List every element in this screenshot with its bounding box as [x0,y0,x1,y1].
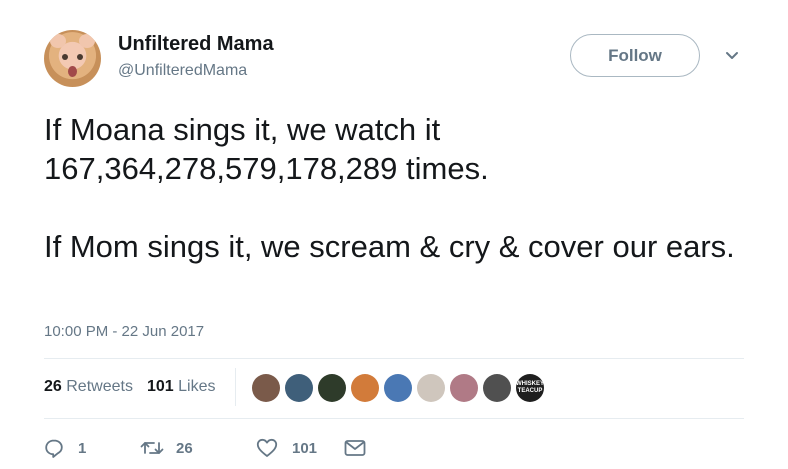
retweet-action[interactable]: 26 [140,438,256,458]
avatar-hand-left [50,34,66,48]
tweet-text: If Moana sings it, we watch it 167,364,2… [44,110,764,266]
direct-message-action[interactable] [344,439,366,457]
retweet-icon [140,442,164,454]
avatar-eye-left [62,54,68,60]
liker-avatar[interactable] [351,374,379,402]
tweet-paragraph-1: If Moana sings it, we watch it 167,364,2… [44,112,489,186]
message-icon [344,440,366,456]
retweet-count: 26 [176,439,193,457]
retweets-stat[interactable]: 26 Retweets [44,378,133,396]
reply-action[interactable]: 1 [44,438,140,458]
tweet-paragraph-2: If Mom sings it, we scream & cry & cover… [44,229,735,264]
author-name[interactable]: Unfiltered Mama [118,33,274,56]
liker-avatar[interactable] [252,374,280,402]
retweets-count: 26 [44,378,62,395]
likes-count: 101 [146,378,174,395]
divider-bottom [44,418,744,419]
liker-avatar[interactable] [318,374,346,402]
liker-avatar[interactable] [450,374,478,402]
chevron-down-icon[interactable] [724,50,740,62]
avatar-mouth [68,66,77,77]
tweet-timestamp[interactable]: 10:00 PM - 22 Jun 2017 [44,323,204,340]
like-action[interactable]: 101 [256,438,344,458]
avatar-hand-right [79,34,95,48]
stats-separator [235,368,236,406]
reply-count: 1 [78,439,87,457]
likes-stat[interactable]: 101 Likes [147,378,216,396]
author-avatar[interactable] [44,30,101,87]
likes-label: Likes [178,378,216,395]
like-count: 101 [292,439,318,457]
liker-avatar[interactable] [417,374,445,402]
avatar-eye-right [77,54,83,60]
liker-avatar[interactable] [483,374,511,402]
heart-icon [256,438,278,457]
liker-avatar[interactable] [285,374,313,402]
engagement-stats: 26 Retweets 101 Likes [44,378,215,396]
liker-avatar[interactable] [384,374,412,402]
author-handle[interactable]: @UnfilteredMama [118,62,247,80]
retweets-label: Retweets [66,378,133,395]
likers-list: WHISKEY TEACUP [252,374,544,402]
tweet-actions: 1 26 101 [44,438,366,458]
follow-button[interactable]: Follow [570,34,700,77]
divider-top [44,358,744,359]
liker-avatar[interactable]: WHISKEY TEACUP [516,374,544,402]
reply-icon [45,439,63,458]
